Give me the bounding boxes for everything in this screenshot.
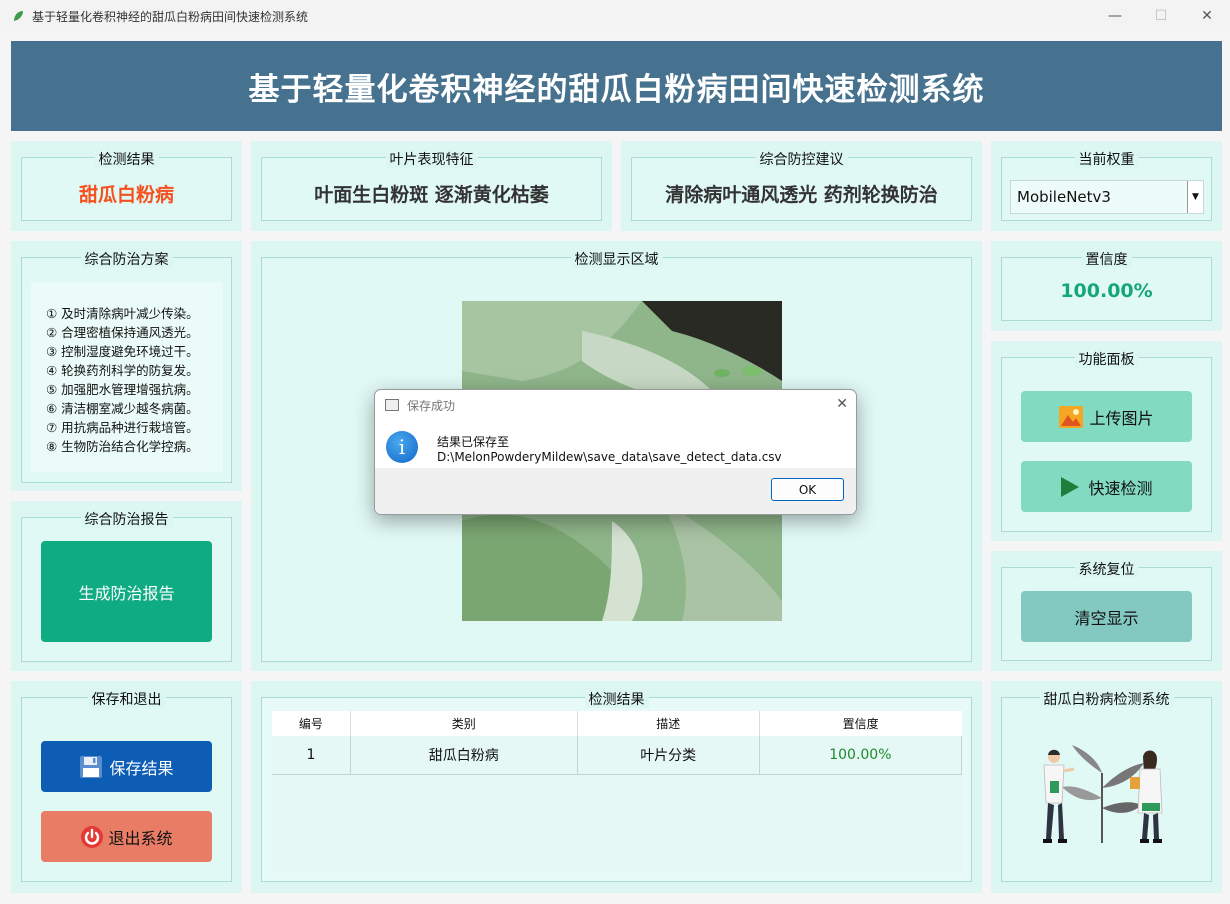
detect-result-value: 甜瓜白粉病 [78,184,174,206]
display-label: 检测显示区域 [570,252,663,268]
leaf-app-icon [12,10,24,22]
window-titlebar: 基于轻量化卷积神经的甜瓜白粉病田间快速检测系统 — ☐ ✕ [0,0,1230,32]
leaf-features-panel: 叶片表现特征 叶面生白粉斑 逐渐黄化枯萎 [251,141,612,231]
plan-item: ⑧ 生物防治结合化学控病。 [46,439,199,454]
reset-panel: 系统复位 清空显示 [991,551,1222,671]
column-header[interactable]: 类别 [350,711,578,736]
plan-item: ① 及时清除病叶减少传染。 [46,306,199,321]
column-header[interactable]: 描述 [577,711,760,736]
play-icon [1060,476,1080,498]
leaf-features-label: 叶片表现特征 [385,152,478,168]
upload-image-button[interactable]: 上传图片 [1021,391,1192,442]
save-results-label: 保存结果 [109,758,174,778]
functions-panel: 功能面板 上传图片 快速检测 [991,341,1222,541]
header-banner: 基于轻量化卷积神经的甜瓜白粉病田间快速检测系统 [11,41,1222,131]
confidence-panel: 置信度 100.00% [991,241,1222,331]
plan-item: ③ 控制湿度避免环境过干。 [46,344,199,359]
exit-system-label: 退出系统 [108,828,173,848]
image-icon [1059,405,1084,428]
quick-detect-label: 快速检测 [1088,478,1153,498]
power-icon [80,825,104,849]
ok-button[interactable]: OK [771,478,844,501]
plan-label: 综合防治方案 [80,252,173,268]
column-header[interactable]: 置信度 [759,711,962,736]
system-card-label: 甜瓜白粉病检测系统 [1039,692,1174,708]
detect-result-panel: 检测结果 甜瓜白粉病 [11,141,242,231]
plan-item: ② 合理密植保持通风透光。 [46,325,199,340]
plan-item: ⑥ 清洁棚室减少越冬病菌。 [46,401,199,416]
dialog-close-icon[interactable]: ✕ [836,396,848,412]
table-row[interactable]: 1 甜瓜白粉病 叶片分类 100.00% [272,736,963,775]
window-title: 基于轻量化卷积神经的甜瓜白粉病田间快速检测系统 [32,9,309,24]
results-group: 检测结果 编号 类别 描述 置信度 1 甜瓜白粉病 叶片分类 100.00% [261,692,972,882]
save-exit-group: 保存和退出 保存结果 退出系统 [21,692,232,882]
maximize-button[interactable]: ☐ [1138,0,1184,32]
dialog-footer: OK [375,468,856,514]
report-panel: 综合防治报告 生成防治报告 [11,501,242,671]
weights-group: 当前权重 MobileNetv3 ▼ [1001,152,1212,221]
control-advice-value: 清除病叶通风透光 药剂轮换防治 [665,184,938,206]
table-header-row: 编号 类别 描述 置信度 [272,711,962,736]
control-advice-group: 综合防控建议 清除病叶通风透光 药剂轮换防治 [631,152,972,221]
control-advice-panel: 综合防控建议 清除病叶通风透光 药剂轮换防治 [621,141,982,231]
exit-system-button[interactable]: 退出系统 [41,811,212,862]
confidence-value: 100.00% [1060,280,1153,302]
weights-selected-value: MobileNetv3 [1017,188,1111,206]
banner-title: 基于轻量化卷积神经的甜瓜白粉病田间快速检测系统 [248,71,985,108]
weights-label: 当前权重 [1074,152,1139,168]
results-table: 编号 类别 描述 置信度 1 甜瓜白粉病 叶片分类 100.00% [272,711,963,775]
clear-display-button[interactable]: 清空显示 [1021,591,1192,642]
weights-select[interactable]: MobileNetv3 ▼ [1010,180,1204,214]
plan-panel: 综合防治方案 ① 及时清除病叶减少传染。 ② 合理密植保持通风透光。 ③ 控制湿… [11,241,242,491]
dialog-window-icon [385,399,399,411]
info-icon: i [386,431,418,463]
floppy-disk-icon [79,755,103,779]
report-group: 综合防治报告 生成防治报告 [21,512,232,662]
leaf-features-value: 叶面生白粉斑 逐渐黄化枯萎 [314,184,549,206]
results-label: 检测结果 [584,692,649,708]
save-success-dialog: 保存成功 ✕ i 结果已保存至 D:\MelonPowderyMildew\sa… [374,389,857,515]
report-label: 综合防治报告 [80,512,173,528]
upload-image-label: 上传图片 [1089,408,1154,428]
save-results-button[interactable]: 保存结果 [41,741,212,792]
plan-item: ⑤ 加强肥水管理增强抗病。 [46,382,199,397]
reset-label: 系统复位 [1074,562,1139,578]
control-advice-label: 综合防控建议 [755,152,848,168]
chevron-down-icon[interactable]: ▼ [1187,181,1203,213]
system-card-group: 甜瓜白粉病检测系统 [1001,692,1212,882]
weights-panel: 当前权重 MobileNetv3 ▼ [991,141,1222,231]
detect-result-label: 检测结果 [94,152,159,168]
confidence-group: 置信度 100.00% [1001,252,1212,321]
plan-list: ① 及时清除病叶减少传染。 ② 合理密植保持通风透光。 ③ 控制湿度避免环境过干… [31,282,223,472]
table-cell[interactable]: 1 [272,736,351,775]
dialog-title: 保存成功 [407,398,456,413]
plan-item: ⑦ 用抗病品种进行栽培管。 [46,420,199,435]
quick-detect-button[interactable]: 快速检测 [1021,461,1192,512]
reset-group: 系统复位 清空显示 [1001,562,1212,661]
system-card-panel: 甜瓜白粉病检测系统 [991,681,1222,893]
table-cell[interactable]: 甜瓜白粉病 [350,736,578,775]
confidence-label: 置信度 [1081,252,1132,268]
save-exit-panel: 保存和退出 保存结果 退出系统 [11,681,242,893]
functions-group: 功能面板 上传图片 快速检测 [1001,352,1212,532]
close-window-button[interactable]: ✕ [1184,0,1230,32]
column-header[interactable]: 编号 [272,711,351,736]
plan-item: ④ 轮换药剂科学的防复发。 [46,363,199,378]
functions-label: 功能面板 [1074,352,1139,368]
save-exit-label: 保存和退出 [87,692,166,708]
detect-result-group: 检测结果 甜瓜白粉病 [21,152,232,221]
results-panel: 检测结果 编号 类别 描述 置信度 1 甜瓜白粉病 叶片分类 100.00% [251,681,982,893]
dialog-body: i 结果已保存至 D:\MelonPowderyMildew\save_data… [375,420,856,470]
leaf-features-group: 叶片表现特征 叶面生白粉斑 逐渐黄化枯萎 [261,152,602,221]
dialog-titlebar: 保存成功 ✕ [375,390,856,420]
scientists-illustration [1032,743,1172,852]
generate-report-button[interactable]: 生成防治报告 [41,541,212,642]
table-cell[interactable]: 100.00% [759,736,963,775]
table-cell[interactable]: 叶片分类 [577,736,760,775]
plan-group: 综合防治方案 ① 及时清除病叶减少传染。 ② 合理密植保持通风透光。 ③ 控制湿… [21,252,232,483]
dialog-message: 结果已保存至 D:\MelonPowderyMildew\save_data\s… [437,435,782,464]
minimize-button[interactable]: — [1092,0,1138,32]
